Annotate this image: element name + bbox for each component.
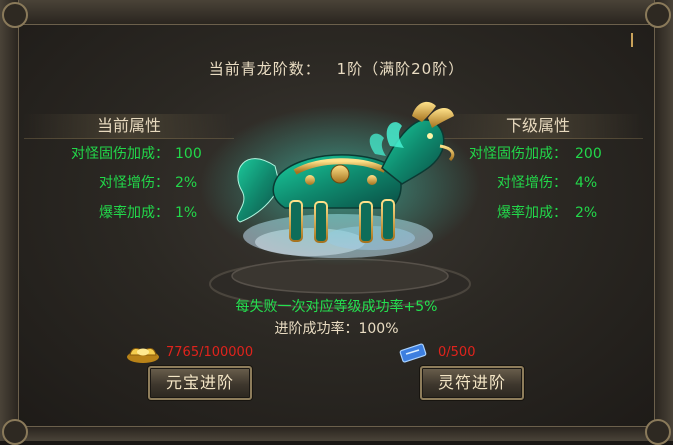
attr-label: 对怪增伤： [99, 175, 169, 191]
azure-dragon-mount-illustration [200, 101, 480, 309]
attr-label: 对怪固伤加成： [71, 146, 169, 162]
attr-label: 爆率加成： [99, 205, 169, 221]
bottom-border [0, 426, 673, 441]
corner-ornament-icon [2, 419, 28, 445]
corner-ornament-icon [645, 419, 671, 445]
attr-value: 200 [575, 146, 602, 162]
talisman-icon [399, 343, 427, 363]
talisman-advance-button[interactable]: 灵符进阶 [420, 366, 524, 400]
corner-ornament-icon [645, 2, 671, 28]
ingot-advance-button[interactable]: 元宝进阶 [148, 366, 252, 400]
attr-value: 4% [575, 175, 598, 191]
rank-info: 当前青龙阶数： 1阶（满阶20阶） [0, 58, 673, 79]
gold-ingot-icon [127, 348, 159, 363]
rank-label: 当前青龙阶数： [208, 60, 321, 78]
rank-value: 1阶（满阶20阶） [336, 60, 465, 78]
corner-ornament-icon [2, 2, 28, 28]
success-rate-text: 进阶成功率：100% [274, 321, 399, 337]
top-border [0, 0, 673, 25]
ingot-cost-amount: 7765/100000 [166, 345, 254, 360]
scroll-marker [631, 33, 633, 47]
fail-bonus-tip: 每失败一次对应等级成功率+5% [235, 299, 438, 315]
attr-value: 2% [575, 205, 598, 221]
talisman-cost-amount: 0/500 [438, 345, 476, 360]
